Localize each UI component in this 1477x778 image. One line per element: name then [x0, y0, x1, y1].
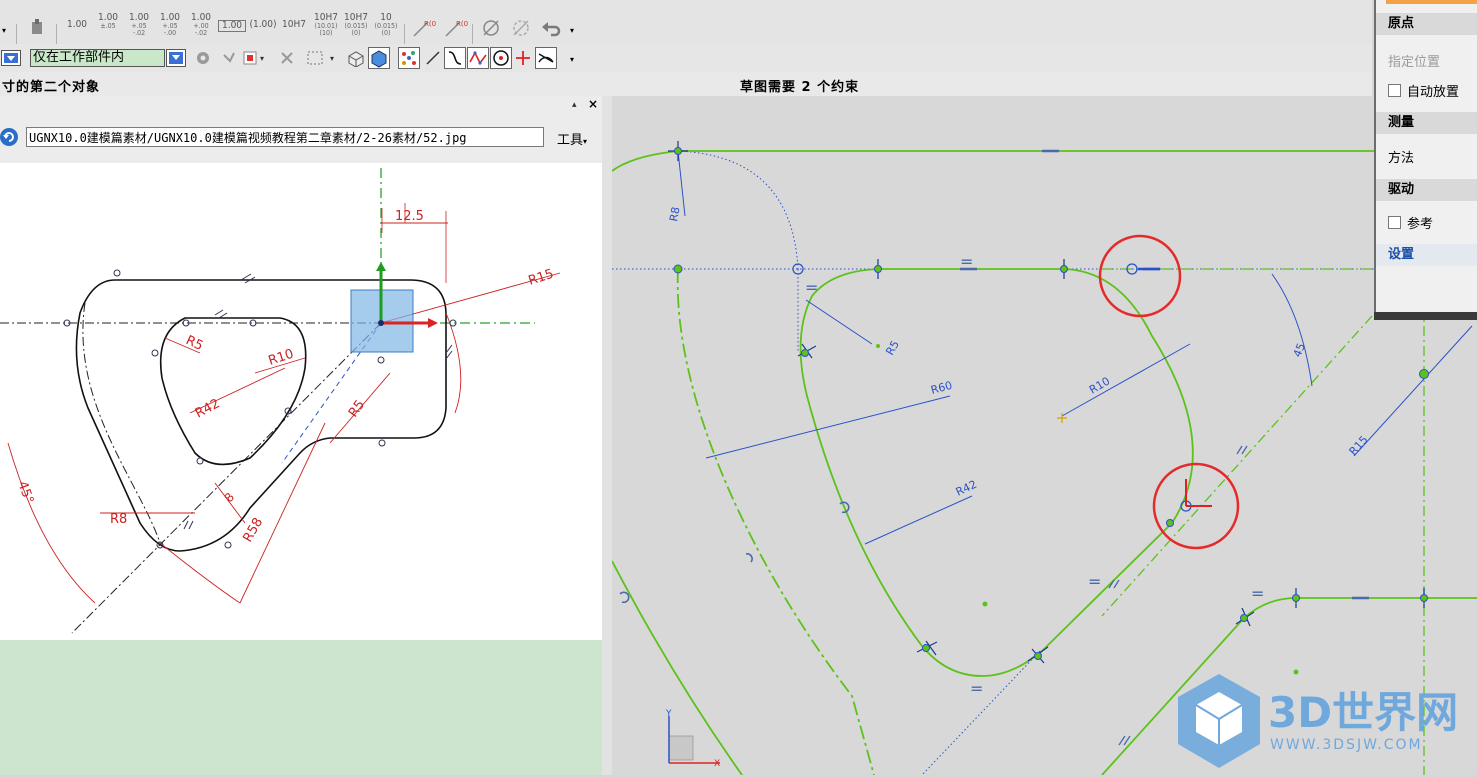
drive-section-header[interactable]: 驱动 — [1376, 179, 1477, 201]
svg-text:=: = — [970, 679, 983, 698]
watermark-brand: 3D世界网 — [1268, 688, 1458, 737]
dim-r10-label: R10 — [267, 347, 296, 369]
method-label: 方法 — [1388, 151, 1415, 166]
sketch-r8-label: R8 — [667, 206, 682, 223]
tol-fit-button[interactable]: 10H7 — [280, 20, 308, 30]
dimension-style-icon[interactable] — [26, 16, 48, 38]
scope-dropdown-icon[interactable] — [166, 49, 186, 67]
tol-reference-button[interactable]: (1.00) — [249, 20, 277, 30]
filter-settings-icon[interactable] — [194, 49, 214, 70]
svg-text:R(0): R(0) — [424, 20, 436, 28]
snap-point-icon[interactable]: ▾ — [222, 49, 266, 70]
svg-text:=: = — [1251, 584, 1264, 603]
tol-fit-dev-button[interactable]: 10H7 (0.015) (0) — [342, 13, 370, 37]
dimension-toolbar: ▾ 1.00 1.00 ±.05 1.00 +.05 -.02 1.00 +.05 -… — [0, 10, 1372, 50]
tol-limit-button[interactable]: 10 (0.015) (0) — [372, 13, 400, 37]
reference-checkbox[interactable]: 参考 — [1388, 213, 1433, 232]
settings-section-header[interactable]: 设置 — [1376, 244, 1477, 266]
dim-angle-label: 45° — [14, 479, 36, 506]
tol-fit-limits-button[interactable]: 10H7 (10.01) (10) — [312, 13, 340, 37]
scope-filter-select[interactable]: 仅在工作部件内 — [30, 49, 165, 67]
dim-r15-label: R15 — [527, 267, 556, 289]
panel-bottom-edge — [1374, 312, 1477, 320]
origin-section-header[interactable]: 原点 — [1376, 13, 1477, 35]
image-path-input[interactable]: UGNX10.0建模篇素材/UGNX10.0建模篇视频教程第二章素材/2-26素… — [26, 127, 544, 147]
more-dropdown-icon[interactable]: ▾ — [570, 26, 574, 35]
dim-r5-label: R5 — [183, 333, 205, 354]
pane-splitter[interactable] — [602, 96, 612, 775]
tol-lower-button[interactable]: 1.00 +.00 -.02 — [188, 13, 214, 37]
tol-equal-button[interactable]: 1.00 ±.05 — [95, 13, 121, 30]
diameter-ref-icon[interactable] — [510, 17, 532, 42]
curve-icon[interactable] — [444, 47, 466, 69]
panel-accent-bar — [1386, 0, 1477, 4]
dimension-dialog-panel: 原点 指定位置 自动放置 测量 方法 驱动 参考 设置 — [1374, 0, 1477, 318]
radius-ref-dimension-icon[interactable]: R(0) — [442, 16, 471, 43]
close-icon[interactable]: × — [588, 97, 598, 111]
toolbar-dropdown-icon[interactable]: ▾ — [2, 26, 10, 35]
status-bar: 寸的第二个对象 草图需要 2 个约束 — [0, 72, 1372, 97]
refresh-icon[interactable] — [0, 126, 20, 148]
intersection-point-icon[interactable] — [514, 49, 532, 70]
more-snap-dropdown-icon[interactable]: ▾ — [570, 55, 574, 64]
type-filter-dropdown[interactable] — [1, 50, 21, 66]
solid-body-icon[interactable] — [346, 49, 366, 70]
tol-bilateral-button[interactable]: 1.00 +.05 -.02 — [126, 13, 152, 37]
radius-dimension-icon[interactable]: R(0) — [410, 16, 439, 43]
rect-select-icon[interactable]: ▾ — [306, 49, 340, 70]
dim-r58-label: R58 — [240, 515, 266, 545]
line-curve-icon[interactable] — [424, 49, 442, 70]
svg-text:▾: ▾ — [330, 54, 334, 63]
collapse-icon[interactable]: ▴ — [572, 100, 577, 110]
specify-location-button[interactable]: 指定位置 — [1388, 51, 1440, 70]
dim-r8-label: R8 — [110, 512, 127, 527]
auto-place-checkbox[interactable]: 自动放置 — [1388, 81, 1459, 100]
dim-12-5-label: 12.5 — [395, 209, 424, 224]
tol-upper-button[interactable]: 1.00 +.05 -.00 — [157, 13, 183, 37]
measure-section-header[interactable]: 测量 — [1376, 112, 1477, 134]
undo-arrow-icon[interactable] — [540, 17, 562, 42]
status-prompt-left: 寸的第二个对象 — [2, 80, 101, 95]
svg-text:X: X — [714, 759, 720, 769]
watermark-url: WWW.3DSJW.COM — [1270, 737, 1423, 753]
diameter-icon[interactable] — [480, 17, 502, 42]
svg-text:Y: Y — [665, 709, 672, 719]
reference-drawing-image: 12.5 R15 R5 R10 R42 R5 R8 R58 45° 8 — [0, 163, 602, 640]
site-watermark: 3D世界网 WWW.3DSJW.COM — [1172, 672, 1477, 775]
svg-text:R(0): R(0) — [456, 20, 468, 28]
spline-icon[interactable] — [467, 47, 489, 69]
tol-basic-button[interactable]: 1.00 — [218, 20, 246, 32]
svg-text:▾: ▾ — [260, 54, 264, 63]
circle-center-icon[interactable] — [490, 47, 512, 69]
face-select-icon[interactable] — [368, 47, 390, 69]
status-prompt-right: 草图需要 2 个约束 — [740, 80, 860, 95]
svg-text:=: = — [1088, 572, 1101, 591]
tol-none-button[interactable]: 1.00 — [64, 20, 90, 30]
svg-text:=: = — [805, 278, 818, 297]
tangent-icon[interactable] — [535, 47, 557, 69]
multi-point-icon[interactable] — [398, 47, 420, 69]
dim-r5b-label: R5 — [346, 398, 368, 421]
point-dialog-icon[interactable] — [278, 49, 296, 70]
dim-8-label: 8 — [222, 490, 238, 505]
tools-menu[interactable]: 工具▾ — [557, 129, 587, 148]
viewer-empty-area — [0, 640, 602, 775]
